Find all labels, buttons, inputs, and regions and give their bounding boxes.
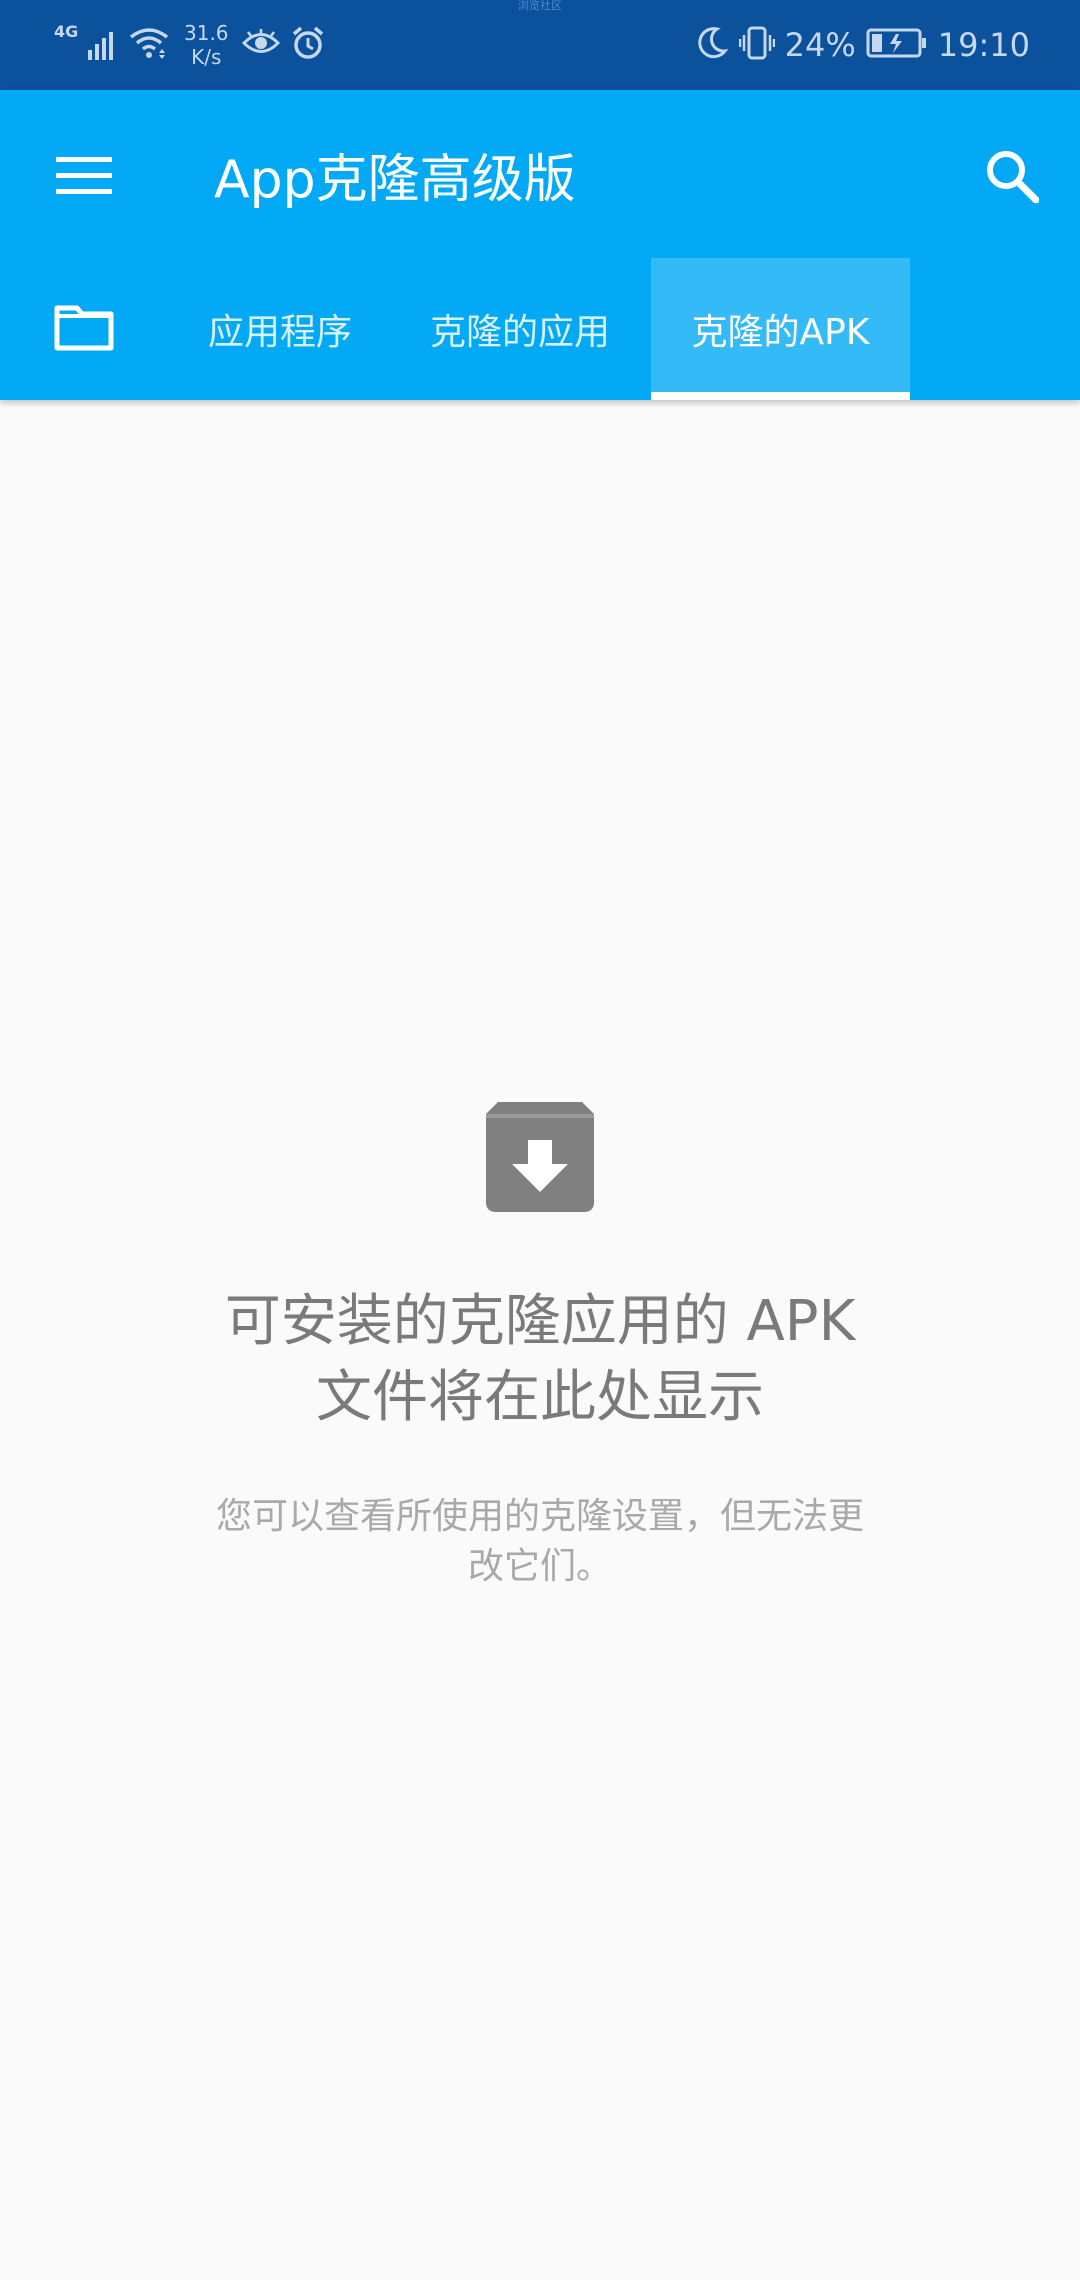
battery-percent: 24% [784, 26, 856, 64]
app-bar: App克隆高级版 应用程序 克隆的应用 克隆的APK [0, 90, 1080, 400]
status-bar: 浏览社区 4G 31.6 K/s 24% 19:10 [0, 0, 1080, 90]
archive-download-icon [484, 1102, 596, 1212]
network-type: 4G [54, 22, 79, 41]
empty-state-description-line2: 改它们。 [467, 1546, 612, 1587]
menu-button[interactable] [40, 140, 128, 216]
clock: 19:10 [937, 26, 1030, 64]
empty-state-title-line1: 可安装的克隆应用的 APK [224, 1289, 856, 1354]
alarm-icon [290, 25, 326, 65]
search-icon [985, 149, 1040, 207]
signal-icon [88, 26, 118, 64]
net-speed-value: 31.6 [184, 21, 229, 45]
tab-cloned-apps[interactable]: 克隆的应用 [410, 258, 630, 400]
tab-cloned-apks[interactable]: 克隆的APK [651, 258, 910, 400]
tab-indicator [651, 392, 910, 400]
status-right-group: 24% 19:10 [695, 16, 1030, 74]
tab-apps-label: 应用程序 [207, 312, 352, 353]
status-left-group: 4G 31.6 K/s [54, 16, 326, 74]
tab-cloned-apps-label: 克隆的应用 [429, 312, 610, 353]
menu-icon [56, 157, 112, 199]
tab-cloned-apks-label: 克隆的APK [691, 312, 870, 353]
net-speed-unit: K/s [191, 45, 222, 69]
wifi-icon [128, 25, 170, 65]
battery-icon [866, 27, 928, 63]
eye-icon [242, 28, 281, 62]
vibrate-icon [738, 25, 775, 65]
empty-state-description: 您可以查看所使用的克隆设置，但无法更 改它们。 [180, 1492, 900, 1592]
app-title: App克隆高级版 [214, 150, 576, 210]
empty-state-title-line2: 文件将在此处显示 [316, 1365, 764, 1430]
net-speed: 31.6 K/s [180, 21, 232, 69]
folder-icon [53, 302, 115, 356]
empty-state-title: 可安装的克隆应用的 APK 文件将在此处显示 [140, 1284, 940, 1436]
tab-apps[interactable]: 应用程序 [190, 258, 370, 400]
folder-button[interactable] [44, 258, 124, 400]
moon-icon [695, 25, 729, 65]
notch-label: 浏览社区 [518, 0, 562, 12]
empty-state-description-line1: 您可以查看所使用的克隆设置，但无法更 [215, 1496, 864, 1537]
tab-bar: 应用程序 克隆的应用 克隆的APK [0, 258, 1080, 400]
search-button[interactable] [974, 140, 1050, 216]
